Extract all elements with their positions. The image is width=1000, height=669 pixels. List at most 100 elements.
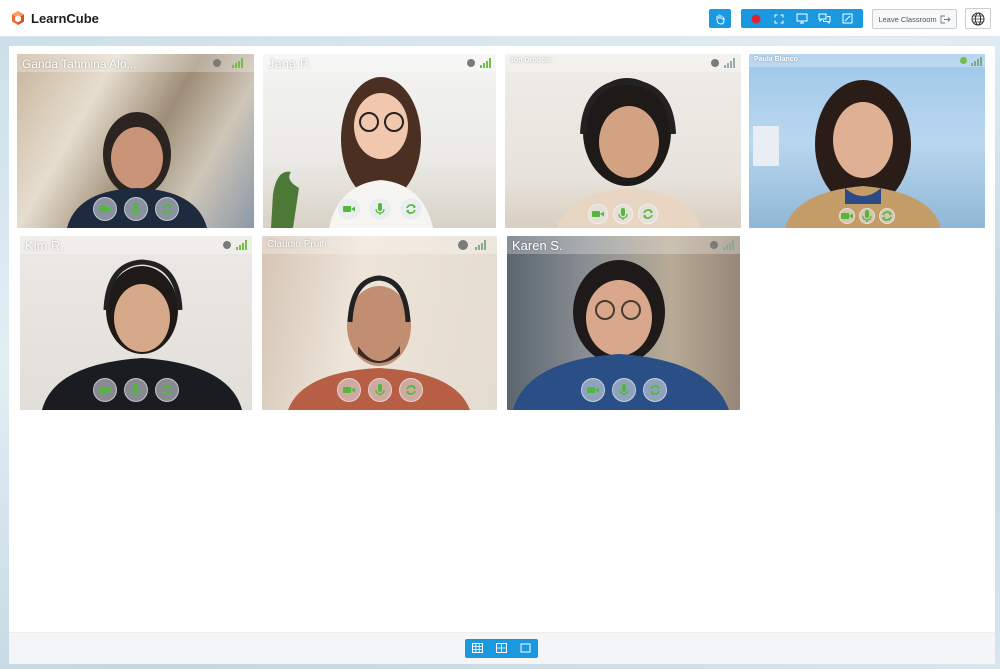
video-tile[interactable]: Jana P. [263, 54, 496, 228]
participant-name: Paula Blanco [754, 56, 798, 63]
signal-strength-icon [232, 58, 244, 68]
learncube-logo-icon [12, 11, 24, 25]
microphone-icon [374, 203, 385, 215]
refresh-video-button[interactable] [879, 208, 895, 224]
mic-toggle-button[interactable] [859, 208, 875, 224]
video-tile[interactable]: Claudio Pruiti [262, 236, 497, 410]
refresh-video-button[interactable] [155, 378, 179, 402]
refresh-video-button[interactable] [642, 378, 667, 402]
chat-button[interactable] [816, 11, 834, 26]
refresh-video-button[interactable] [398, 378, 423, 402]
exit-icon [940, 15, 951, 23]
participant-name: Jon Oroncio [510, 57, 552, 64]
camera-toggle-button[interactable] [588, 204, 608, 224]
status-dot-icon [710, 241, 718, 249]
tile-controls [507, 378, 740, 402]
camera-icon [586, 387, 599, 393]
participant-name: Ganda Tahmina Alo... [22, 57, 137, 71]
language-button[interactable] [965, 8, 991, 29]
signal-strength-icon [480, 58, 492, 68]
microphone-icon [862, 210, 872, 222]
camera-icon [342, 206, 355, 212]
screen-share-icon [796, 13, 808, 24]
participant-name: Karen S. [512, 238, 563, 253]
record-icon [751, 14, 761, 23]
mic-toggle-button[interactable] [613, 204, 633, 224]
fullscreen-button[interactable] [770, 11, 788, 26]
record-button[interactable] [747, 11, 765, 26]
status-dot-icon [213, 59, 221, 67]
participant-video [557, 78, 701, 228]
logo: LearnCube [10, 10, 99, 26]
top-bar: LearnCube Leave Classroom [0, 0, 1000, 37]
grid-icon [471, 642, 483, 653]
mic-toggle-button[interactable] [367, 197, 392, 221]
tile-controls [20, 378, 252, 402]
refresh-video-button[interactable] [154, 197, 179, 221]
mic-toggle-button[interactable] [124, 378, 148, 402]
status-dot-icon [711, 59, 719, 67]
bottom-bar [9, 632, 995, 664]
camera-icon [841, 213, 853, 219]
camera-toggle-button[interactable] [336, 197, 361, 221]
signal-strength-icon [723, 240, 735, 250]
video-tile[interactable]: Jon Oroncio [505, 54, 741, 228]
signal-strength-icon [724, 58, 736, 68]
microphone-icon [618, 208, 628, 220]
quad-layout-button[interactable] [495, 640, 507, 658]
leave-classroom-button[interactable]: Leave Classroom [872, 9, 957, 29]
layout-switcher [465, 639, 538, 658]
participant-name: Kim R. [25, 238, 64, 253]
tile-controls [17, 197, 254, 221]
signal-strength-icon [236, 240, 248, 250]
status-dot-icon [467, 59, 475, 67]
camera-toggle-button[interactable] [93, 378, 117, 402]
chat-icon [818, 13, 831, 24]
refresh-icon [643, 209, 653, 219]
status-dot-icon [223, 241, 231, 249]
whiteboard-button[interactable] [839, 11, 857, 26]
signal-strength-icon [971, 56, 983, 66]
video-tile[interactable]: Kim R. [20, 236, 252, 410]
brand-name: LearnCube [31, 10, 99, 26]
camera-icon [99, 387, 111, 393]
screen-share-button[interactable] [793, 11, 811, 26]
signal-strength-icon [475, 240, 487, 250]
mic-toggle-button[interactable] [611, 378, 636, 402]
raise-hand-button[interactable] [709, 9, 731, 28]
tile-controls [749, 208, 985, 224]
quad-icon [495, 642, 507, 653]
refresh-video-button[interactable] [638, 204, 658, 224]
refresh-icon [405, 385, 416, 395]
video-tile[interactable]: Karen S. [507, 236, 740, 410]
refresh-icon [649, 385, 660, 395]
single-icon [520, 643, 531, 652]
globe-icon [971, 12, 985, 25]
microphone-icon [130, 203, 141, 215]
refresh-video-button[interactable] [398, 197, 423, 221]
microphone-icon [374, 384, 385, 396]
refresh-icon [161, 204, 172, 214]
camera-toggle-button[interactable] [336, 378, 361, 402]
single-layout-button[interactable] [520, 640, 531, 658]
camera-icon [592, 211, 604, 217]
mic-toggle-button[interactable] [367, 378, 392, 402]
participant-name: Jana P. [268, 56, 311, 71]
microphone-icon [618, 384, 629, 396]
hand-icon [716, 14, 725, 25]
mic-toggle-button[interactable] [123, 197, 148, 221]
tile-controls [505, 204, 741, 224]
camera-toggle-button[interactable] [839, 208, 855, 224]
grid-layout-button[interactable] [471, 640, 483, 658]
participant-video [753, 80, 941, 228]
video-tile[interactable]: Ganda Tahmina Alo... [17, 54, 254, 228]
status-dot-icon [960, 57, 967, 64]
whiteboard-icon [842, 13, 853, 24]
status-dot-icon [458, 240, 468, 250]
refresh-icon [162, 385, 172, 395]
leave-classroom-label: Leave Classroom [878, 14, 937, 24]
video-tile[interactable]: Paula Blanco [749, 54, 985, 228]
refresh-icon [405, 204, 416, 214]
camera-toggle-button[interactable] [92, 197, 117, 221]
camera-toggle-button[interactable] [580, 378, 605, 402]
